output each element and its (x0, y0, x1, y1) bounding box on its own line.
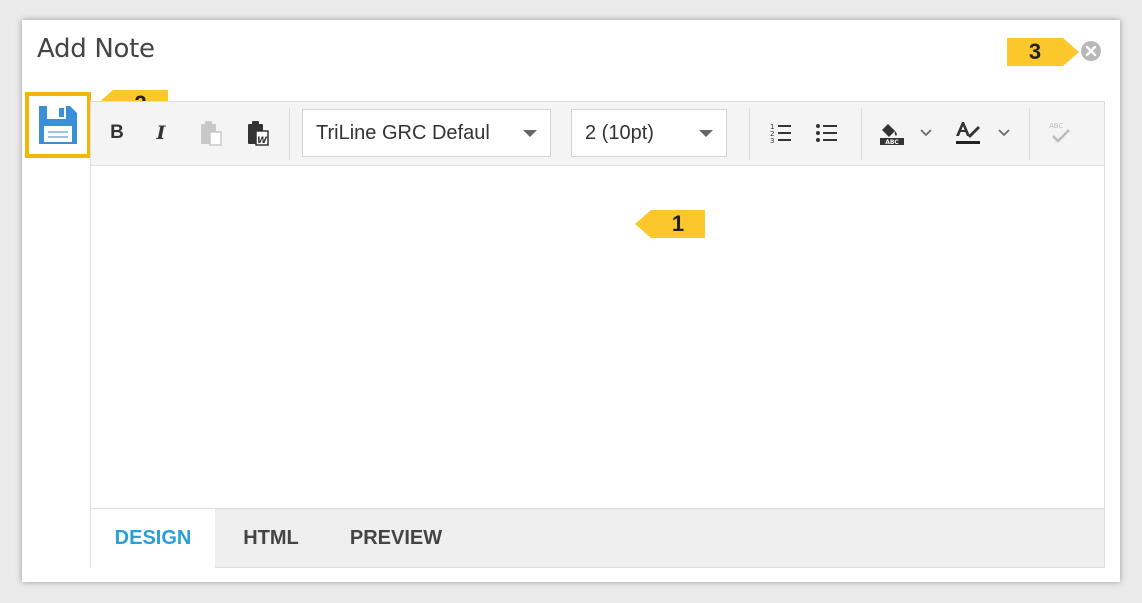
add-note-dialog: Add Note 3 2 B I (22, 20, 1120, 582)
toolbar-separator (861, 108, 862, 160)
toolbar-separator (1029, 108, 1030, 160)
ordered-list-icon: 1 2 3 (770, 123, 791, 145)
save-button[interactable] (25, 92, 91, 158)
tab-preview[interactable]: PREVIEW (333, 509, 459, 568)
svg-text:ABC: ABC (885, 139, 899, 146)
paste-from-word-icon: W (248, 121, 269, 146)
close-icon (1081, 41, 1101, 61)
toolbar-separator (749, 108, 750, 160)
foreground-color-dropdown[interactable] (995, 119, 1013, 147)
italic-button[interactable]: I (149, 119, 173, 147)
font-family-value: TriLine GRC Defaul (316, 121, 490, 144)
bold-button[interactable]: B (105, 119, 129, 147)
unordered-list-icon (816, 124, 837, 142)
ordered-list-button[interactable]: 1 2 3 (767, 119, 795, 147)
font-size-select[interactable]: 2 (10pt) (571, 109, 727, 157)
spellcheck-button[interactable]: ABC (1045, 119, 1075, 147)
unordered-list-button[interactable] (813, 119, 841, 147)
rich-text-editor: B I W TriLine GRC Defaul 2 (10pt) 1 2 3 … (90, 101, 1105, 568)
foreground-color-button[interactable] (953, 119, 983, 147)
foreground-color-icon (956, 122, 980, 144)
close-button[interactable] (1081, 41, 1101, 61)
editor-toolbar: B I W TriLine GRC Defaul 2 (10pt) 1 2 3 … (91, 102, 1104, 166)
background-color-icon: ABC (880, 124, 904, 146)
toolbar-separator (289, 108, 290, 160)
tab-html[interactable]: HTML (221, 509, 321, 568)
tab-design[interactable]: DESIGN (91, 509, 215, 568)
editor-mode-tabs: DESIGN HTML PREVIEW (91, 508, 1104, 568)
chevron-down-icon (523, 129, 537, 137)
save-icon (39, 106, 77, 144)
svg-text:3: 3 (770, 137, 774, 145)
spellcheck-icon: ABC (1049, 122, 1070, 143)
paste-icon (201, 121, 222, 146)
background-color-dropdown[interactable] (917, 119, 935, 147)
svg-text:ABC: ABC (1049, 122, 1063, 130)
chevron-down-icon (920, 129, 932, 137)
background-color-button[interactable]: ABC (877, 119, 907, 147)
editor-content-area[interactable] (91, 166, 1104, 508)
chevron-down-icon (998, 129, 1010, 137)
font-family-select[interactable]: TriLine GRC Defaul (302, 109, 551, 157)
callout-1: 1 (635, 210, 705, 238)
paste-button[interactable] (197, 119, 225, 147)
paste-from-word-button[interactable]: W (244, 119, 272, 147)
svg-text:W: W (257, 136, 268, 146)
chevron-down-icon (699, 129, 713, 137)
font-size-value: 2 (10pt) (585, 121, 654, 144)
dialog-title: Add Note (37, 34, 155, 64)
callout-3: 3 (1007, 38, 1079, 66)
